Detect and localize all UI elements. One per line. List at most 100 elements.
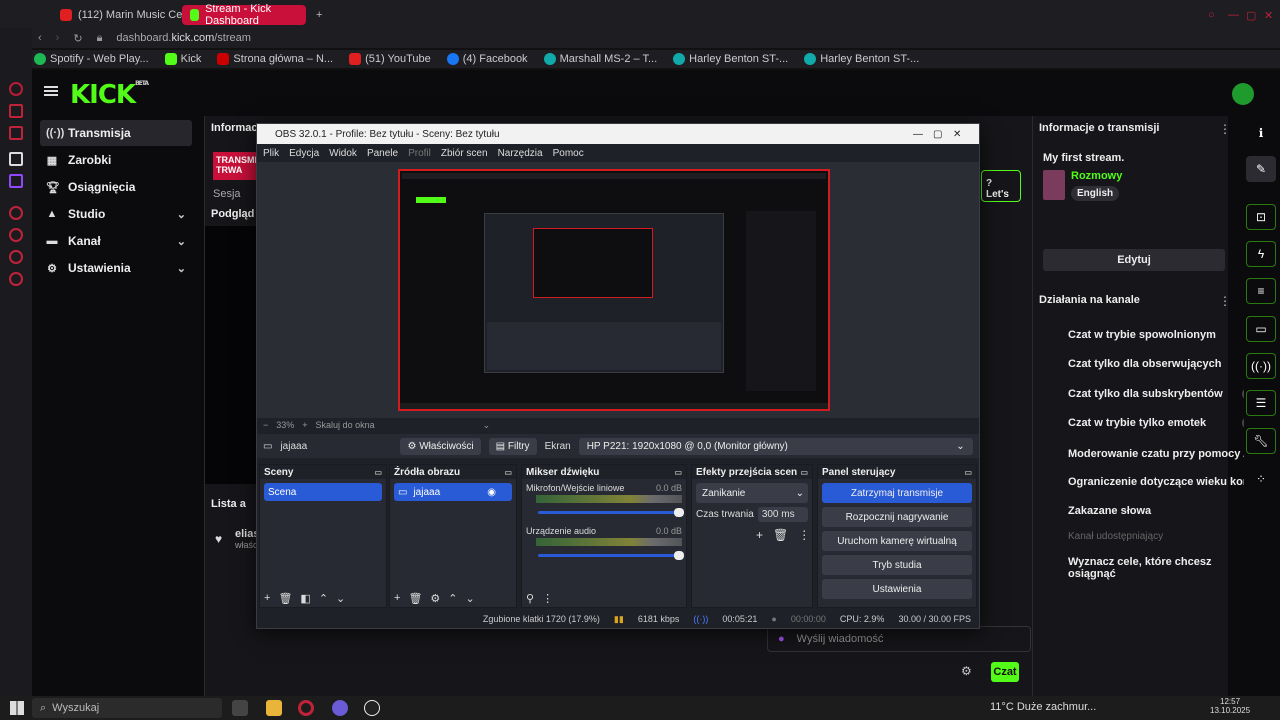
add-icon[interactable]: + bbox=[756, 528, 763, 542]
new-tab-button[interactable]: + bbox=[308, 5, 330, 25]
menu-plik[interactable]: Plik bbox=[263, 148, 279, 159]
action-subscribers-only[interactable]: Czat tylko dla subskrybentów bbox=[1068, 388, 1264, 400]
settings-button[interactable]: Ustawienia bbox=[822, 579, 972, 599]
preview-capture[interactable] bbox=[398, 169, 830, 411]
chat-send-button[interactable]: Czat bbox=[991, 662, 1019, 682]
popout-icon[interactable]: ▭ bbox=[964, 468, 972, 477]
sidebar-twitch-icon[interactable] bbox=[9, 174, 23, 188]
minimize-icon[interactable]: — bbox=[913, 129, 933, 140]
up-icon[interactable]: ⌃ bbox=[319, 592, 328, 605]
menu-widok[interactable]: Widok bbox=[329, 148, 357, 159]
obs-taskbar-icon[interactable] bbox=[364, 700, 380, 716]
menu-panele[interactable]: Panele bbox=[367, 148, 398, 159]
filters-button[interactable]: ▤ Filtry bbox=[488, 437, 537, 455]
zoom-mode[interactable]: Skaluj do okna bbox=[316, 420, 375, 430]
add-icon[interactable]: + bbox=[394, 592, 400, 605]
opera-taskbar-icon[interactable] bbox=[298, 700, 314, 716]
virtual-camera-button[interactable]: Uruchom kamerę wirtualną bbox=[822, 531, 972, 551]
more-icon[interactable]: ⋮ bbox=[1219, 294, 1231, 308]
down-icon[interactable]: ⌄ bbox=[336, 592, 345, 605]
bookmark-harley-1[interactable]: Harley Benton ST-... bbox=[673, 53, 788, 65]
sidebar-messenger-icon[interactable] bbox=[9, 104, 23, 118]
duration-input[interactable]: 300 ms bbox=[757, 507, 808, 522]
nav-zarobki[interactable]: ▦ Zarobki bbox=[40, 147, 192, 173]
sidebar-player-icon[interactable] bbox=[9, 206, 23, 220]
trash-icon[interactable]: 🗑︎ bbox=[278, 592, 292, 605]
action-ai-moderation[interactable]: Moderowanie czatu przy pomocy AI↗ bbox=[1068, 447, 1264, 461]
stop-streaming-button[interactable]: Zatrzymaj transmisje bbox=[822, 483, 972, 503]
forward-icon[interactable]: › bbox=[56, 32, 60, 44]
popout-icon[interactable]: ▭ bbox=[674, 468, 682, 477]
bookmark-marshall[interactable]: Marshall MS-2 – T... bbox=[543, 53, 657, 65]
action-slow-mode[interactable]: Czat w trybie spowolnionym› bbox=[1068, 329, 1264, 341]
chat-input[interactable]: ● Wyślij wiadomość bbox=[767, 626, 1031, 652]
url-field[interactable]: dashboard.kick.com/stream bbox=[116, 32, 251, 44]
popout-icon[interactable]: ▭ bbox=[800, 468, 808, 477]
zoom-in-icon[interactable]: + bbox=[302, 420, 307, 430]
start-recording-button[interactable]: Rozpocznij nagrywanie bbox=[822, 507, 972, 527]
maximize-icon[interactable]: ▢ bbox=[933, 129, 953, 140]
link-icon[interactable]: ⚲ bbox=[526, 592, 534, 605]
volume-slider[interactable] bbox=[538, 551, 684, 560]
studio-mode-button[interactable]: Tryb studia bbox=[822, 555, 972, 575]
transition-select[interactable]: Zanikanie ⌄ bbox=[696, 483, 808, 503]
menu-profil[interactable]: Profil bbox=[408, 148, 431, 159]
bookmark-kick[interactable]: Kick bbox=[164, 53, 201, 65]
trash-icon[interactable]: 🗑︎ bbox=[408, 592, 422, 605]
menu-narzedzia[interactable]: Narzędzia bbox=[498, 148, 543, 159]
sidebar-settings-icon[interactable] bbox=[9, 272, 23, 286]
menu-icon[interactable] bbox=[44, 86, 58, 96]
taskbar-search[interactable]: ⌕ Wyszukaj bbox=[32, 698, 222, 718]
weather-widget[interactable]: 11°C Duże zachmur... bbox=[990, 701, 1096, 713]
avatar[interactable] bbox=[1232, 83, 1254, 105]
sidebar-aria-icon[interactable] bbox=[9, 82, 23, 96]
discord-icon[interactable] bbox=[332, 700, 348, 716]
bookmark-harley-2[interactable]: Harley Benton ST-... bbox=[804, 53, 919, 65]
obs-preview[interactable] bbox=[257, 162, 979, 418]
scene-item[interactable]: Scena bbox=[264, 483, 382, 501]
bookmark-strona[interactable]: Strona główna – N... bbox=[217, 53, 333, 65]
file-explorer-icon[interactable] bbox=[266, 700, 282, 716]
gear-icon[interactable]: ⚙︎ bbox=[430, 592, 440, 605]
menu-edycja[interactable]: Edycja bbox=[289, 148, 319, 159]
down-icon[interactable]: ⌄ bbox=[466, 592, 475, 605]
nav-studio[interactable]: ▲ Studio ⌄ bbox=[40, 201, 192, 227]
volume-slider[interactable] bbox=[538, 508, 684, 517]
reload-icon[interactable]: ↻ bbox=[73, 32, 82, 45]
overlay-icon[interactable]: ⊡ bbox=[1246, 204, 1276, 230]
wrench-icon[interactable]: 🔧︎ bbox=[1246, 428, 1276, 454]
sidebar-kick-icon[interactable] bbox=[9, 152, 23, 166]
more-icon[interactable]: ⋮ bbox=[542, 592, 553, 605]
action-emote-only[interactable]: Czat w trybie tylko emotek bbox=[1068, 417, 1264, 429]
zoom-out-icon[interactable]: − bbox=[263, 420, 268, 430]
filter-icon[interactable]: ◧ bbox=[300, 592, 310, 605]
up-icon[interactable]: ⌃ bbox=[448, 592, 457, 605]
tab-kick-dashboard[interactable]: Stream - Kick Dashboard bbox=[182, 3, 306, 27]
edit-button[interactable]: Edytuj bbox=[1043, 249, 1225, 271]
broadcast-icon[interactable]: ((·)) bbox=[1246, 353, 1276, 379]
chat-icon[interactable]: ▭ bbox=[1246, 316, 1276, 342]
eye-icon[interactable]: ◉ bbox=[487, 487, 496, 498]
add-icon[interactable]: + bbox=[264, 592, 270, 605]
action-account-age[interactable]: Ograniczenie dotyczące wieku konta› bbox=[1068, 476, 1264, 488]
action-followers-only[interactable]: Czat tylko dla obserwujących› bbox=[1068, 358, 1264, 370]
apps-icon[interactable]: ⁘ bbox=[1246, 466, 1276, 492]
lightning-icon[interactable]: ϟ bbox=[1246, 241, 1276, 267]
chat-settings-icon[interactable]: ⚙︎ bbox=[961, 664, 972, 678]
info-icon[interactable]: ℹ bbox=[1246, 120, 1276, 146]
action-banned-words[interactable]: Zakazane słowa› bbox=[1068, 505, 1264, 517]
more-icon[interactable]: ⋮ bbox=[798, 528, 810, 542]
sidebar-history-icon[interactable] bbox=[9, 228, 23, 242]
bookmark-youtube[interactable]: (51) YouTube bbox=[349, 53, 431, 65]
close-icon[interactable]: ✕ bbox=[953, 129, 979, 140]
nav-transmisja[interactable]: ((·)) Transmisja bbox=[40, 120, 192, 146]
windows-start-icon[interactable] bbox=[10, 701, 24, 715]
action-goals[interactable]: Wyznacz cele, które chcesz osiągnąć› bbox=[1068, 556, 1264, 580]
bookmark-spotify[interactable]: Spotify - Web Play... bbox=[34, 53, 149, 65]
properties-button[interactable]: ⚙︎ Właściwości bbox=[400, 437, 481, 455]
clock[interactable]: 12:57 13.10.2025 bbox=[1210, 697, 1250, 715]
lets-go-banner[interactable]: ? Let's bbox=[981, 170, 1021, 202]
sidebar-extensions-icon[interactable] bbox=[9, 250, 23, 264]
back-icon[interactable]: ‹ bbox=[38, 32, 42, 44]
menu-pomoc[interactable]: Pomoc bbox=[553, 148, 584, 159]
